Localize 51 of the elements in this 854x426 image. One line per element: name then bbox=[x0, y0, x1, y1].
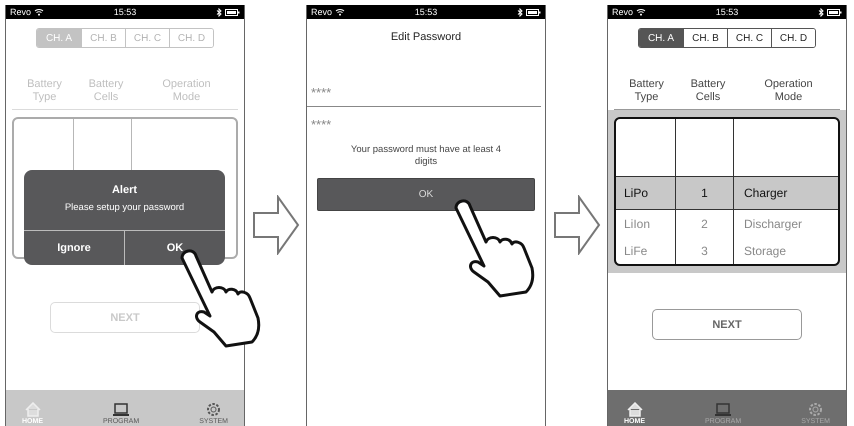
picker-option[interactable]: Discharger bbox=[733, 210, 838, 237]
home-icon bbox=[626, 402, 642, 417]
picker-option[interactable]: LiPo bbox=[616, 176, 675, 210]
column-header: Battery Cells bbox=[88, 78, 124, 104]
alert-button[interactable]: Ignore bbox=[24, 231, 124, 265]
picker-option[interactable]: Storage bbox=[733, 237, 838, 264]
wifi-icon bbox=[636, 8, 646, 16]
column-header: Battery Type bbox=[26, 78, 63, 104]
wifi-icon bbox=[335, 8, 346, 16]
carrier-label: Revo bbox=[10, 7, 32, 17]
gear-icon bbox=[206, 402, 222, 417]
alert-title: Alert bbox=[110, 184, 138, 196]
ok-button[interactable]: OK bbox=[317, 178, 535, 211]
bluetooth-icon bbox=[517, 8, 524, 16]
next-button[interactable]: NEXT bbox=[652, 309, 802, 340]
carrier-label: Revo bbox=[612, 7, 634, 17]
laptop-icon bbox=[112, 403, 130, 417]
gear-icon bbox=[808, 402, 824, 417]
wifi-icon bbox=[34, 8, 44, 16]
picker-option[interactable]: 1 bbox=[675, 176, 733, 210]
battery-icon bbox=[526, 8, 542, 16]
column-header: Operation Mode bbox=[161, 78, 212, 104]
picker-option[interactable]: LiFe bbox=[616, 237, 675, 264]
right-arrow-icon bbox=[252, 195, 300, 255]
status-time: 15:53 bbox=[714, 7, 740, 17]
picker-option[interactable]: 2 bbox=[675, 210, 733, 237]
picker-option[interactable]: LiIon bbox=[616, 210, 675, 237]
battery-icon bbox=[827, 8, 842, 16]
home-icon bbox=[24, 402, 40, 417]
channel-tab[interactable]: CH. A bbox=[639, 29, 683, 47]
column-header: Battery Cells bbox=[690, 78, 726, 104]
alert-message: Please setup your password bbox=[64, 202, 186, 213]
laptop-icon bbox=[714, 403, 732, 417]
picker-wheel[interactable]: LiPo 1 Charger LiIon 2 Discharger LiFe 3 Storage bbox=[614, 117, 840, 266]
bluetooth-icon bbox=[818, 8, 824, 16]
right-arrow-icon bbox=[552, 195, 600, 255]
channel-tab[interactable]: CH. D bbox=[771, 29, 815, 47]
password-field[interactable]: **** bbox=[307, 81, 541, 107]
bluetooth-icon bbox=[216, 8, 222, 16]
password-field[interactable]: **** bbox=[307, 113, 545, 138]
battery-icon bbox=[225, 8, 240, 16]
carrier-label: Revo bbox=[311, 7, 332, 17]
hint-text: Your password must have at least 4 digits bbox=[350, 144, 502, 168]
screen-title: Edit Password bbox=[390, 31, 462, 43]
picker-option[interactable]: 3 bbox=[675, 237, 733, 264]
status-time: 15:53 bbox=[414, 7, 438, 17]
column-header: Battery Type bbox=[628, 78, 665, 104]
picker-option[interactable]: Charger bbox=[733, 176, 838, 210]
column-header: Operation Mode bbox=[763, 78, 814, 104]
status-time: 15:53 bbox=[112, 7, 138, 17]
channel-tab[interactable]: CH. D bbox=[169, 29, 213, 47]
